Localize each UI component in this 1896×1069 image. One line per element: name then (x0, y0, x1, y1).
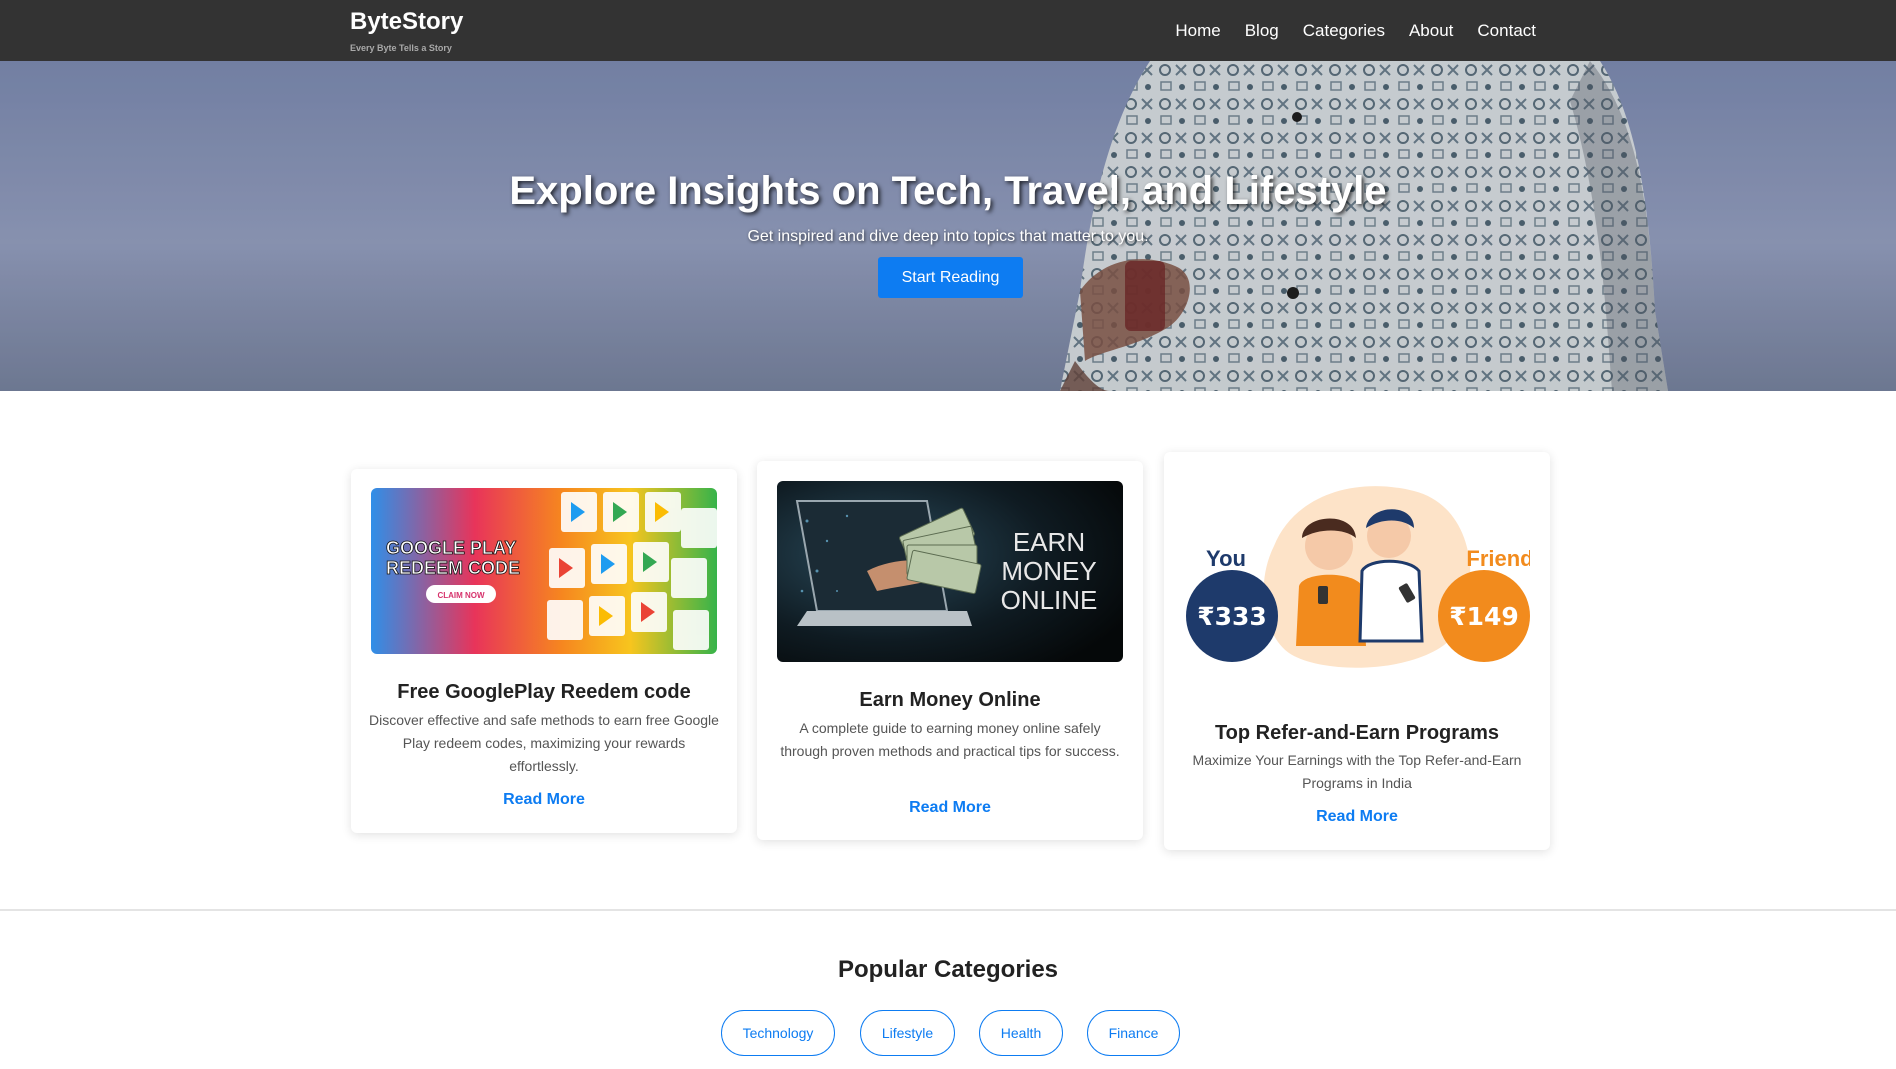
hero-subtitle: Get inspired and dive deep into topics t… (747, 228, 1149, 245)
post-description: A complete guide to earning money online… (780, 720, 1120, 759)
post-title[interactable]: Top Refer-and-Earn Programs (1164, 722, 1550, 745)
category-health[interactable]: Health (979, 1010, 1063, 1056)
categories-heading: Popular Categories (837, 956, 1059, 983)
post-card-googleplay: GOOGLE PLAY REDEEM CODE CLAIM NOW Free G… (351, 469, 737, 833)
refer-image-you-label: You (1206, 546, 1246, 571)
read-more-link[interactable]: Read More (757, 799, 1143, 817)
post-image-earn-money[interactable]: EARN MONEY ONLINE (777, 481, 1123, 662)
start-reading-button[interactable]: Start Reading (878, 257, 1023, 298)
main-nav: Home Blog Categories About Contact (1175, 0, 1536, 61)
nav-link-contact[interactable]: Contact (1477, 21, 1536, 41)
earn-money-image-line3: ONLINE (1001, 585, 1098, 615)
post-image-googleplay[interactable]: GOOGLE PLAY REDEEM CODE CLAIM NOW (371, 488, 717, 654)
post-card-earn-money: EARN MONEY ONLINE Earn Money Online A co… (757, 461, 1143, 840)
hero-banner: Explore Insights on Tech, Travel, and Li… (0, 61, 1896, 391)
nav-link-blog[interactable]: Blog (1245, 21, 1279, 41)
googleplay-image-art: GOOGLE PLAY REDEEM CODE CLAIM NOW (371, 488, 717, 654)
category-finance[interactable]: Finance (1087, 1010, 1180, 1056)
brand-title[interactable]: ByteStory (350, 8, 463, 36)
post-card-refer-earn: You Friend ₹333 ₹149 Top Refer-and-Earn … (1164, 452, 1550, 850)
hero-title: Explore Insights on Tech, Travel, and Li… (509, 169, 1387, 213)
category-technology[interactable]: Technology (721, 1010, 835, 1056)
refer-image-you-amount: ₹333 (1197, 602, 1267, 631)
brand-tagline: Every Byte Tells a Story (350, 43, 452, 53)
post-image-refer-earn[interactable]: You Friend ₹333 ₹149 (1184, 466, 1530, 680)
post-description: Discover effective and safe methods to e… (369, 712, 719, 774)
googleplay-image-badge: CLAIM NOW (437, 591, 485, 600)
earn-money-image-line1: EARN (1013, 527, 1085, 557)
earn-money-image-line2: MONEY (1001, 556, 1096, 586)
section-divider (0, 909, 1896, 911)
post-title[interactable]: Free GooglePlay Reedem code (351, 681, 737, 704)
refer-earn-image-art: You Friend ₹333 ₹149 (1184, 466, 1530, 680)
post-description: Maximize Your Earnings with the Top Refe… (1192, 752, 1522, 791)
top-navbar: ByteStory Every Byte Tells a Story Home … (0, 0, 1896, 61)
nav-link-about[interactable]: About (1409, 21, 1453, 41)
hero-overlay (0, 61, 1896, 391)
earn-money-image-art: EARN MONEY ONLINE (777, 481, 1123, 662)
brand[interactable]: ByteStory Every Byte Tells a Story (350, 8, 463, 53)
googleplay-image-line1: GOOGLE PLAY (386, 538, 516, 558)
nav-link-categories[interactable]: Categories (1303, 21, 1385, 41)
googleplay-image-line2: REDEEM CODE (386, 558, 520, 578)
category-lifestyle[interactable]: Lifestyle (860, 1010, 955, 1056)
read-more-link[interactable]: Read More (1164, 808, 1550, 826)
read-more-link[interactable]: Read More (351, 791, 737, 809)
nav-link-home[interactable]: Home (1175, 21, 1220, 41)
refer-image-friend-label: Friend (1466, 546, 1530, 571)
refer-image-friend-amount: ₹149 (1449, 602, 1519, 631)
post-title[interactable]: Earn Money Online (757, 689, 1143, 712)
